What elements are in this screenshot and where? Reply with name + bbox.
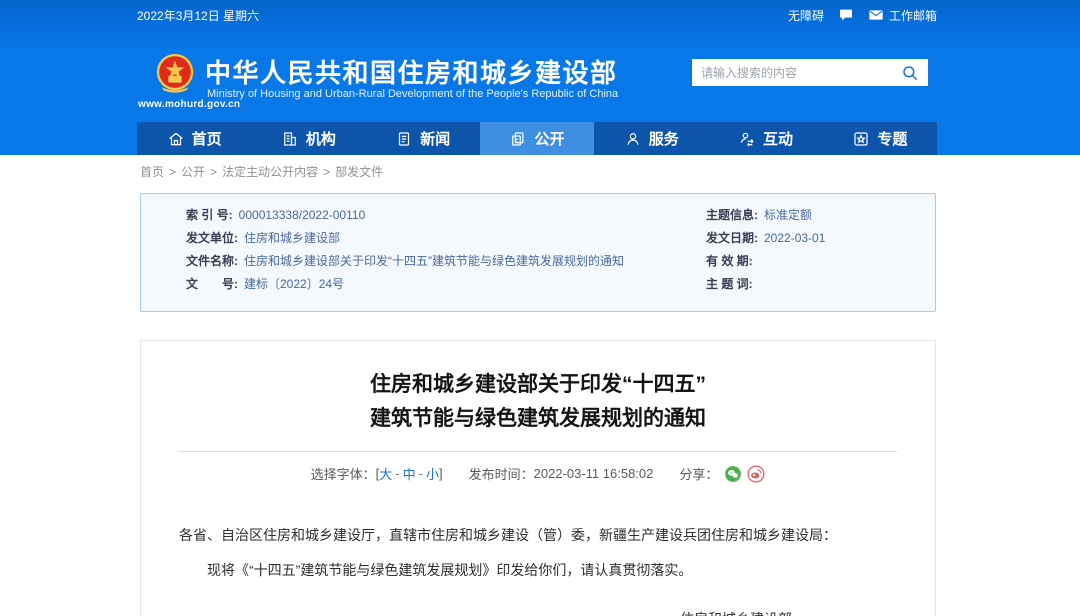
service-icon bbox=[624, 130, 642, 148]
doc-info-left-column: 索 引 号:000013338/2022-00110 发文单位:住房和城乡建设部… bbox=[186, 209, 706, 311]
info-row-topic-info: 主题信息:标准定额 bbox=[706, 209, 935, 222]
mail-icon bbox=[868, 7, 884, 23]
breadcrumb-ministry-documents[interactable]: 部发文件 bbox=[335, 165, 383, 179]
article-meta-row: 选择字体：[大-中-小] 发布时间：2022-03-11 16:58:02 分享… bbox=[179, 464, 897, 483]
breadcrumb: 首页>公开>法定主动公开内容>部发文件 bbox=[140, 163, 383, 180]
article-title: 住房和城乡建设部关于印发“十四五” 建筑节能与绿色建筑发展规划的通知 bbox=[179, 368, 897, 436]
document-info-box: 索 引 号:000013338/2022-00110 发文单位:住房和城乡建设部… bbox=[140, 193, 936, 312]
current-date: 2022年3月12日 星期六 bbox=[137, 7, 259, 24]
nav-item-service[interactable]: 服务 bbox=[594, 122, 708, 155]
info-row-document-name: 文件名称:住房和城乡建设部关于印发“十四五”建筑节能与绿色建筑发展规划的通知 bbox=[186, 255, 706, 268]
wechat-icon[interactable] bbox=[724, 465, 742, 483]
nav-item-disclosure[interactable]: 公开 bbox=[480, 122, 594, 155]
national-emblem-icon bbox=[152, 50, 198, 96]
info-row-keywords: 主 题 词: bbox=[706, 278, 935, 291]
breadcrumb-home[interactable]: 首页 bbox=[140, 165, 164, 179]
article-container: 住房和城乡建设部关于印发“十四五” 建筑节能与绿色建筑发展规划的通知 选择字体：… bbox=[140, 340, 936, 616]
publish-time-label: 发布时间： bbox=[469, 464, 534, 483]
main-nav: 首页 机构 新闻 公开 服务 互动 专题 bbox=[137, 122, 937, 155]
nav-item-home[interactable]: 首页 bbox=[137, 122, 251, 155]
share-label: 分享： bbox=[679, 464, 718, 483]
breadcrumb-disclosure[interactable]: 公开 bbox=[181, 165, 205, 179]
site-title: 中华人民共和国住房和城乡建设部 bbox=[205, 53, 618, 90]
nav-item-interaction[interactable]: 互动 bbox=[708, 122, 822, 155]
header-band: 2022年3月12日 星期六 无障碍 工作邮箱 www.mohurd.gov.c… bbox=[0, 0, 1080, 155]
comment-icon[interactable] bbox=[838, 7, 854, 23]
font-size-medium[interactable]: 中 bbox=[403, 464, 416, 483]
font-size-small[interactable]: 小 bbox=[426, 464, 439, 483]
info-row-validity-period: 有 效 期: bbox=[706, 255, 935, 268]
article-body: 各省、自治区住房和城乡建设厅，直辖市住房和城乡建设（管）委，新疆生产建设兵团住房… bbox=[179, 525, 897, 581]
work-mailbox-link[interactable]: 工作邮箱 bbox=[868, 7, 937, 24]
info-row-issuing-unit: 发文单位:住房和城乡建设部 bbox=[186, 232, 706, 245]
info-row-issue-date: 发文日期:2022-03-01 bbox=[706, 232, 935, 245]
title-divider bbox=[179, 451, 897, 452]
disclosure-icon bbox=[509, 130, 527, 148]
paragraph-addressees: 各省、自治区住房和城乡建设厅，直辖市住房和城乡建设（管）委，新疆生产建设兵团住房… bbox=[179, 525, 897, 545]
nav-item-news[interactable]: 新闻 bbox=[366, 122, 480, 155]
font-select-label: 选择字体： bbox=[311, 464, 376, 483]
breadcrumb-statutory-disclosure[interactable]: 法定主动公开内容 bbox=[222, 165, 318, 179]
comment-icon bbox=[838, 7, 854, 23]
home-icon bbox=[167, 130, 185, 148]
nav-item-special-topic[interactable]: 专题 bbox=[823, 122, 937, 155]
search-input[interactable] bbox=[701, 66, 901, 80]
doc-info-right-column: 主题信息:标准定额 发文日期:2022-03-01 有 效 期: 主 题 词: bbox=[706, 209, 935, 311]
topbar: 2022年3月12日 星期六 无障碍 工作邮箱 bbox=[137, 0, 937, 30]
info-row-document-number: 文 号:建标〔2022〕24号 bbox=[186, 278, 706, 291]
accessibility-link[interactable]: 无障碍 bbox=[788, 7, 824, 24]
site-url: www.mohurd.gov.cn bbox=[138, 99, 240, 110]
news-icon bbox=[395, 130, 413, 148]
organization-icon bbox=[281, 130, 299, 148]
search-box bbox=[692, 59, 928, 86]
paragraph-main: 现将《“十四五”建筑节能与绿色建筑发展规划》印发给你们，请认真贯彻落实。 bbox=[179, 560, 897, 580]
info-row-index-number: 索 引 号:000013338/2022-00110 bbox=[186, 209, 706, 222]
special-topic-icon bbox=[852, 130, 870, 148]
site-subtitle: Ministry of Housing and Urban-Rural Deve… bbox=[207, 88, 618, 100]
interaction-icon bbox=[738, 130, 756, 148]
font-size-large[interactable]: 大 bbox=[379, 464, 392, 483]
weibo-icon[interactable] bbox=[747, 465, 765, 483]
search-icon[interactable] bbox=[901, 64, 919, 82]
publish-time: 2022-03-11 16:58:02 bbox=[534, 466, 654, 481]
nav-item-organization[interactable]: 机构 bbox=[251, 122, 365, 155]
